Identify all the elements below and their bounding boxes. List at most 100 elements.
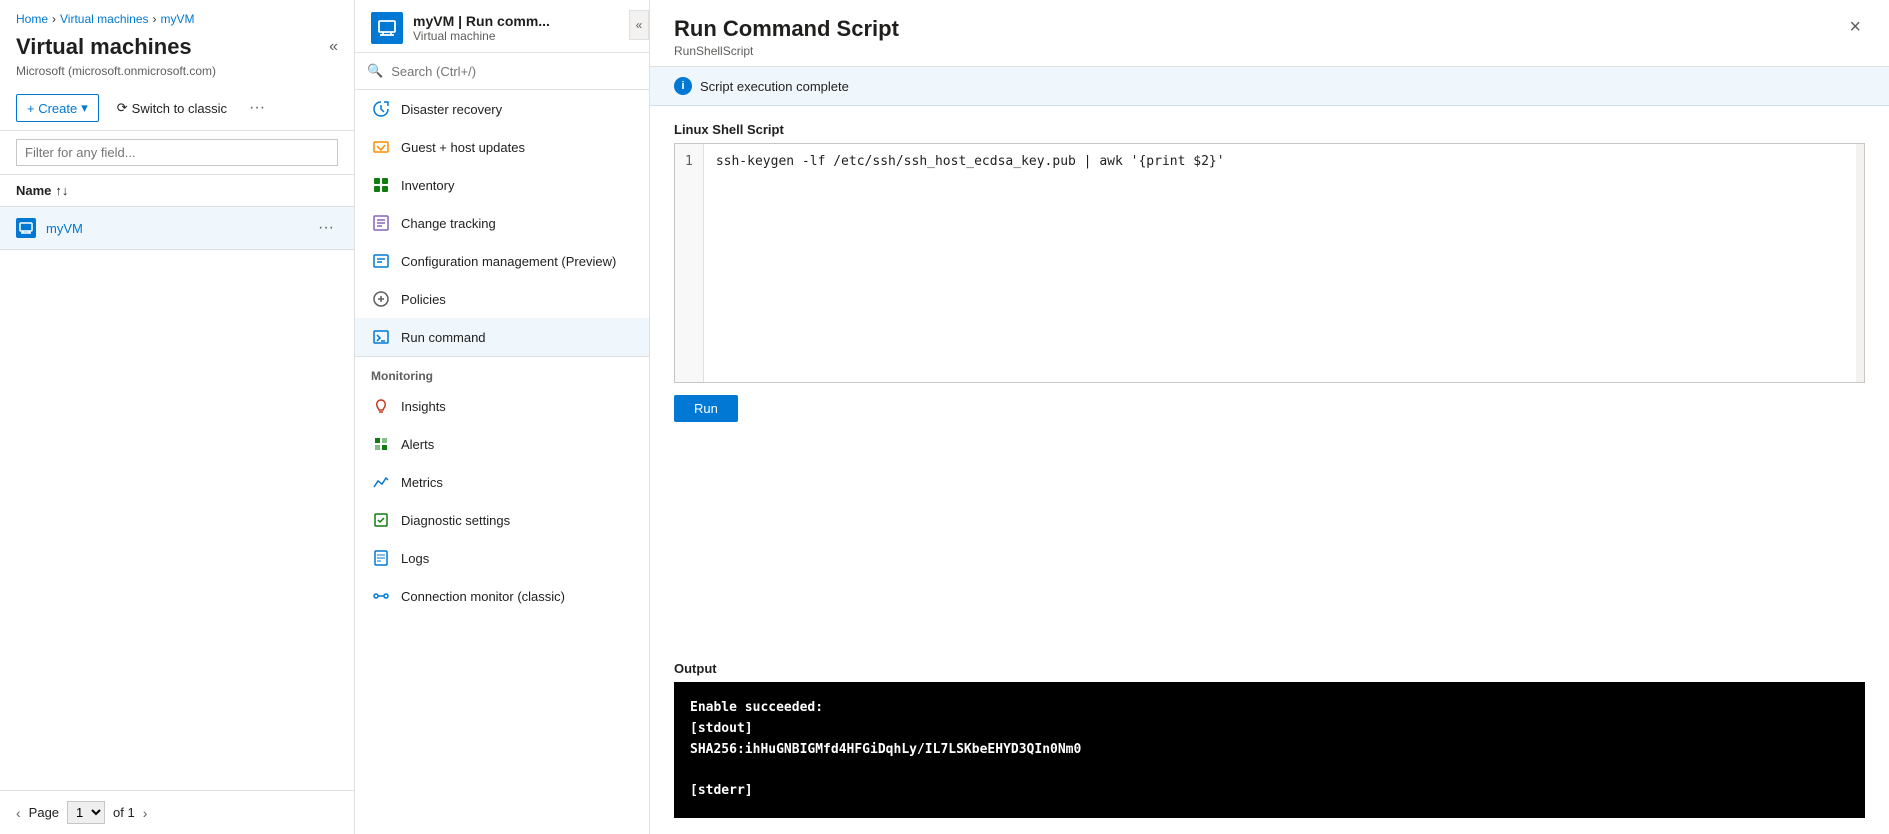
run-command-icon: [371, 327, 391, 347]
insights-icon: [371, 396, 391, 416]
switch-classic-button[interactable]: ⟳ Switch to classic: [107, 95, 237, 121]
filter-bar: [0, 131, 354, 175]
pagination: ‹ Page 1 of 1 ›: [0, 790, 354, 834]
inventory-label: Inventory: [401, 178, 454, 193]
guest-updates-label: Guest + host updates: [401, 140, 525, 155]
output-line-2: [stdout]: [690, 719, 1849, 740]
code-editor: 1 ssh-keygen -lf /etc/ssh/ssh_host_ecdsa…: [674, 143, 1865, 383]
vm-header-text: myVM | Run comm... Virtual machine: [413, 13, 550, 43]
vm-header: myVM | Run comm... Virtual machine: [355, 0, 649, 53]
change-tracking-icon: [371, 213, 391, 233]
collapse-left-button[interactable]: «: [329, 38, 338, 56]
monitoring-section-title: Monitoring: [355, 356, 649, 387]
disaster-recovery-icon: [371, 99, 391, 119]
config-mgmt-icon: [371, 251, 391, 271]
disaster-recovery-label: Disaster recovery: [401, 102, 502, 117]
code-content[interactable]: ssh-keygen -lf /etc/ssh/ssh_host_ecdsa_k…: [704, 144, 1864, 382]
menu-item-inventory[interactable]: Inventory: [355, 166, 649, 204]
search-input[interactable]: [391, 64, 637, 79]
more-options-button[interactable]: ···: [245, 95, 269, 121]
page-title: Virtual machines: [16, 34, 192, 60]
vm-header-subtitle: Virtual machine: [413, 29, 550, 43]
create-chevron-icon: ▾: [81, 100, 88, 116]
vm-more-button[interactable]: ···: [314, 215, 338, 241]
logs-label: Logs: [401, 551, 429, 566]
alerts-label: Alerts: [401, 437, 434, 452]
menu-item-diagnostic-settings[interactable]: Diagnostic settings: [355, 501, 649, 539]
menu-item-policies[interactable]: Policies: [355, 280, 649, 318]
collapse-middle-button[interactable]: «: [629, 10, 649, 40]
filter-input[interactable]: [16, 139, 338, 166]
search-bar: 🔍 «: [355, 53, 649, 90]
page-total: of 1: [113, 805, 135, 820]
vm-list-row[interactable]: myVM ···: [0, 207, 354, 250]
toolbar: + Create ▾ ⟳ Switch to classic ···: [0, 86, 354, 131]
breadcrumb-sep2: ›: [153, 12, 157, 26]
run-button[interactable]: Run: [674, 395, 738, 422]
output-section: Output Enable succeeded: [stdout] SHA256…: [650, 661, 1889, 834]
next-page-button[interactable]: ›: [143, 805, 148, 821]
output-label: Output: [674, 661, 1865, 676]
menu-item-alerts[interactable]: Alerts: [355, 425, 649, 463]
table-header: Name ↑↓: [0, 175, 354, 207]
output-line-1: Enable succeeded:: [690, 698, 1849, 719]
breadcrumb-vms[interactable]: Virtual machines: [60, 12, 149, 26]
output-line-5: [stderr]: [690, 781, 1849, 802]
notification-text: Script execution complete: [700, 79, 849, 94]
breadcrumb: Home › Virtual machines › myVM: [0, 0, 354, 30]
prev-page-button[interactable]: ‹: [16, 805, 21, 821]
line-number-1: 1: [685, 152, 693, 173]
policies-icon: [371, 289, 391, 309]
menu-item-connection-monitor[interactable]: Connection monitor (classic): [355, 577, 649, 615]
right-panel: Run Command Script RunShellScript × i Sc…: [650, 0, 1889, 834]
page-select[interactable]: 1: [67, 801, 105, 824]
metrics-label: Metrics: [401, 475, 443, 490]
alerts-icon: [371, 434, 391, 454]
operations-menu: Disaster recovery Guest + host updates: [355, 90, 649, 356]
page-subtitle: Microsoft (microsoft.onmicrosoft.com): [0, 64, 354, 86]
name-column-header: Name ↑↓: [16, 183, 68, 198]
vm-icon: [16, 218, 36, 238]
monitoring-menu: Insights Alerts Metrics: [355, 387, 649, 615]
vm-header-title: myVM | Run comm...: [413, 13, 550, 29]
guest-updates-icon: [371, 137, 391, 157]
logs-icon: [371, 548, 391, 568]
menu-item-disaster-recovery[interactable]: Disaster recovery: [355, 90, 649, 128]
vm-header-icon: [371, 12, 403, 44]
menu-item-insights[interactable]: Insights: [355, 387, 649, 425]
menu-item-run-command[interactable]: Run command: [355, 318, 649, 356]
middle-panel: myVM | Run comm... Virtual machine 🔍 « D…: [355, 0, 650, 834]
diagnostic-settings-label: Diagnostic settings: [401, 513, 510, 528]
vm-name[interactable]: myVM: [46, 221, 304, 236]
page-title-container: Virtual machines «: [0, 30, 354, 64]
change-tracking-label: Change tracking: [401, 216, 496, 231]
policies-label: Policies: [401, 292, 446, 307]
sort-icon[interactable]: ↑↓: [55, 183, 68, 198]
right-header-text: Run Command Script RunShellScript: [674, 16, 899, 58]
output-line-4: [690, 760, 1849, 781]
right-subtitle: RunShellScript: [674, 44, 899, 58]
metrics-icon: [371, 472, 391, 492]
inventory-icon: [371, 175, 391, 195]
output-terminal: Enable succeeded: [stdout] SHA256:ihHuGN…: [674, 682, 1865, 818]
switch-icon: ⟳: [117, 100, 128, 116]
connection-monitor-icon: [371, 586, 391, 606]
right-header: Run Command Script RunShellScript ×: [650, 0, 1889, 67]
create-button[interactable]: + Create ▾: [16, 94, 99, 122]
menu-item-metrics[interactable]: Metrics: [355, 463, 649, 501]
switch-label: Switch to classic: [132, 101, 227, 116]
menu-item-config-mgmt[interactable]: Configuration management (Preview): [355, 242, 649, 280]
menu-item-guest-updates[interactable]: Guest + host updates: [355, 128, 649, 166]
config-mgmt-label: Configuration management (Preview): [401, 254, 616, 269]
breadcrumb-sep1: ›: [52, 12, 56, 26]
scrollbar[interactable]: [1856, 144, 1864, 382]
menu-item-change-tracking[interactable]: Change tracking: [355, 204, 649, 242]
info-icon: i: [674, 77, 692, 95]
breadcrumb-current[interactable]: myVM: [161, 12, 195, 26]
breadcrumb-home[interactable]: Home: [16, 12, 48, 26]
right-title: Run Command Script: [674, 16, 899, 42]
menu-item-logs[interactable]: Logs: [355, 539, 649, 577]
close-button[interactable]: ×: [1845, 16, 1865, 39]
connection-monitor-label: Connection monitor (classic): [401, 589, 565, 604]
output-line-3: SHA256:ihHuGNBIGMfd4HFGiDqhLy/IL7LSKbeEH…: [690, 740, 1849, 761]
